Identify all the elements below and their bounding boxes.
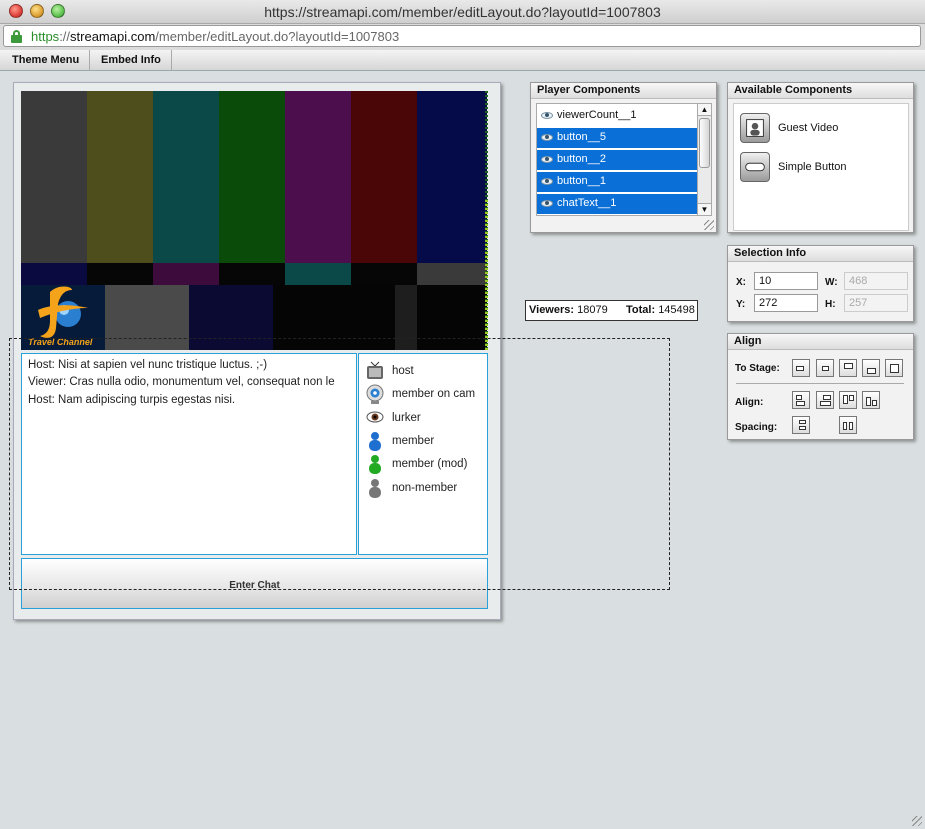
h-field: 257 xyxy=(844,294,908,312)
window-resize-grip-icon[interactable] xyxy=(912,816,922,826)
player-components-list[interactable]: viewerCount__1 button__5 button__2 butto… xyxy=(536,103,712,216)
lock-icon xyxy=(11,30,22,43)
guest-video-component[interactable]: Guest Video xyxy=(740,113,900,145)
component-item[interactable]: chatText__1 xyxy=(537,194,697,214)
visibility-eye-icon[interactable] xyxy=(541,112,553,119)
test-bar xyxy=(87,91,153,263)
y-label: Y: xyxy=(736,299,746,310)
component-label: button__5 xyxy=(557,131,606,143)
stage-align-center-icon[interactable] xyxy=(816,359,834,377)
total-label: Total: xyxy=(626,304,656,316)
align-top-edges-icon[interactable] xyxy=(839,391,857,409)
align-label: Align: xyxy=(735,397,764,408)
to-stage-label: To Stage: xyxy=(735,363,780,374)
spacing-label: Spacing: xyxy=(735,422,778,433)
window-title: https://streamapi.com/member/editLayout.… xyxy=(264,4,661,20)
available-components-panel: Available Components Guest Video Simple … xyxy=(727,82,914,233)
test-bar xyxy=(219,91,285,263)
visibility-eye-icon[interactable] xyxy=(541,178,553,185)
list-scrollbar[interactable]: ▲ ▼ xyxy=(697,104,711,215)
resize-grip-icon[interactable] xyxy=(704,220,714,230)
url-text[interactable]: https://streamapi.com/member/editLayout.… xyxy=(31,29,399,44)
menu-theme[interactable]: Theme Menu xyxy=(2,50,91,71)
scroll-down-arrow-icon[interactable]: ▼ xyxy=(698,203,711,215)
component-label: chatText__1 xyxy=(557,197,617,209)
panel-title: Selection Info xyxy=(728,246,913,262)
test-bar xyxy=(417,91,487,263)
y-field[interactable]: 272 xyxy=(754,294,818,312)
volume-meter xyxy=(485,91,488,350)
component-label: viewerCount__1 xyxy=(557,109,637,121)
test-strip xyxy=(219,263,285,285)
test-strip xyxy=(417,263,487,285)
component-label: button__2 xyxy=(557,153,606,165)
component-item[interactable]: viewerCount__1 xyxy=(537,106,697,126)
window-title-bar: https://streamapi.com/member/editLayout.… xyxy=(0,0,925,24)
simple-button-icon xyxy=(740,152,770,182)
visibility-eye-icon[interactable] xyxy=(541,200,553,207)
available-components-list: Guest Video Simple Button xyxy=(733,103,909,231)
h-label: H: xyxy=(825,299,836,310)
align-bottom-edges-icon[interactable] xyxy=(862,391,880,409)
guest-video-icon xyxy=(740,113,770,143)
align-left-edges-icon[interactable] xyxy=(792,391,810,409)
test-bar xyxy=(285,91,351,263)
component-item[interactable]: button__2 xyxy=(537,150,697,170)
address-bar[interactable]: https://streamapi.com/member/editLayout.… xyxy=(3,25,921,47)
visibility-eye-icon[interactable] xyxy=(541,156,553,163)
stage-align-left-icon[interactable] xyxy=(792,359,810,377)
test-strip xyxy=(351,263,417,285)
panel-title: Player Components xyxy=(531,83,716,99)
test-strip xyxy=(153,263,219,285)
app-menu-bar: Theme Menu Embed Info xyxy=(0,50,925,71)
total-value: 145498 xyxy=(658,304,695,316)
stage-align-middle-icon[interactable] xyxy=(885,359,903,377)
scroll-thumb[interactable] xyxy=(699,118,710,168)
space-horizontal-icon[interactable] xyxy=(839,416,857,434)
component-item[interactable]: button__1 xyxy=(537,172,697,192)
align-panel: Align To Stage: Align: Spacing: xyxy=(727,333,914,440)
test-bar xyxy=(351,91,417,263)
viewers-label: Viewers: xyxy=(529,304,575,316)
align-right-edges-icon[interactable] xyxy=(816,391,834,409)
visibility-eye-icon[interactable] xyxy=(541,134,553,141)
component-label: button__1 xyxy=(557,175,606,187)
x-label: X: xyxy=(736,277,746,288)
selection-info-panel: Selection Info X: 10 W: 468 Y: 272 H: 25… xyxy=(727,245,914,322)
panel-title: Available Components xyxy=(728,83,913,99)
component-label: Simple Button xyxy=(778,161,847,173)
component-item[interactable]: button__5 xyxy=(537,128,697,148)
test-strip xyxy=(285,263,351,285)
test-bar xyxy=(21,91,87,263)
stage-align-bottom-icon[interactable] xyxy=(862,359,880,377)
address-bar-row: https://streamapi.com/member/editLayout.… xyxy=(0,24,925,50)
viewer-count-widget[interactable]: Viewers: 18079 Total: 145498 xyxy=(525,300,698,321)
divider xyxy=(736,383,904,384)
test-bar xyxy=(153,91,219,263)
player-components-panel: Player Components viewerCount__1 button_… xyxy=(530,82,717,233)
selection-marquee[interactable] xyxy=(9,338,670,590)
menu-embed-info[interactable]: Embed Info xyxy=(91,50,172,71)
scroll-up-arrow-icon[interactable]: ▲ xyxy=(698,104,711,116)
w-field: 468 xyxy=(844,272,908,290)
panel-title: Align xyxy=(728,334,913,350)
x-field[interactable]: 10 xyxy=(754,272,818,290)
component-label: Guest Video xyxy=(778,122,839,134)
simple-button-component[interactable]: Simple Button xyxy=(740,152,900,184)
stage-align-top-icon[interactable] xyxy=(839,359,857,377)
viewers-value: 18079 xyxy=(577,304,608,316)
space-vertical-icon[interactable] xyxy=(792,416,810,434)
w-label: W: xyxy=(825,277,838,288)
